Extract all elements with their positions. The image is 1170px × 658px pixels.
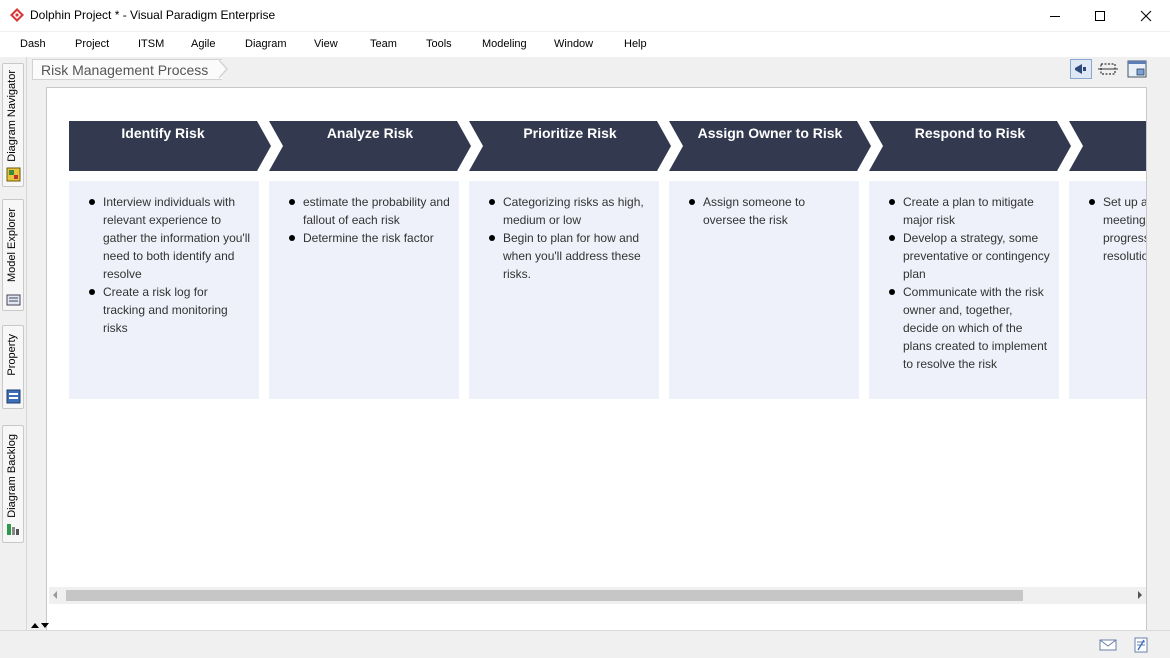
diagram-backlog-icon: [7, 524, 19, 535]
diagram-navigator-icon: [6, 167, 21, 182]
bullet-item: Develop a strategy, some preventative or…: [889, 231, 1050, 281]
process-step-card[interactable]: Categorizing risks as high, medium or lo…: [469, 181, 659, 399]
scrollbar-thumb[interactable]: [66, 590, 1023, 601]
tab-diagram-navigator[interactable]: Diagram Navigator: [2, 63, 24, 187]
bullet-continuation: meeting: [1103, 213, 1146, 227]
menu-project[interactable]: Project: [75, 38, 109, 50]
process-step-card[interactable]: Create a plan to mitigate major risk Dev…: [869, 181, 1059, 399]
process-step-title: Mo: [1083, 121, 1146, 145]
bullet-item: Set up a: [1089, 193, 1146, 211]
maximize-icon: [1095, 10, 1105, 21]
left-side-panel: Diagram Navigator Model Explorer Propert…: [0, 57, 27, 630]
notes-icon[interactable]: [1132, 637, 1150, 653]
menu-bar: Dash Project ITSM Agile Diagram View Tea…: [0, 31, 1170, 57]
announce-icon: [1075, 64, 1086, 74]
menu-diagram[interactable]: Diagram: [245, 38, 287, 50]
close-button[interactable]: [1123, 0, 1169, 31]
title-bar: Dolphin Project * - Visual Paradigm Ente…: [0, 0, 1170, 31]
horizontal-scrollbar[interactable]: [49, 587, 1146, 604]
diagram-canvas[interactable]: Identify Risk Analyze Risk Prioritize Ri…: [48, 100, 1146, 588]
minimize-button[interactable]: [1032, 0, 1078, 31]
process-step[interactable]: Mo: [1069, 121, 1146, 171]
diagram-overview-icon: [1127, 60, 1147, 78]
property-icon: [6, 389, 21, 404]
bullet-continuation: progress: [1103, 231, 1146, 245]
tab-diagram-backlog[interactable]: Diagram Backlog: [2, 425, 24, 543]
bullet-item: Begin to plan for how and when you'll ad…: [489, 229, 651, 283]
fit-diagram-icon: [1098, 63, 1118, 75]
menu-itsm[interactable]: ITSM: [138, 38, 164, 50]
bullet-item: Create a plan to mitigate major risk: [889, 193, 1051, 229]
fit-diagram-button[interactable]: [1097, 59, 1119, 79]
collapse-panel-arrows-icon[interactable]: [30, 621, 56, 629]
diagram-backlog-label: Diagram Backlog: [6, 434, 18, 518]
bullet-item: estimate the probability and fallout of …: [289, 195, 450, 227]
close-icon: [1140, 10, 1152, 21]
mail-icon[interactable]: [1099, 637, 1117, 653]
maximize-button[interactable]: [1077, 0, 1123, 31]
process-step-title: Prioritize Risk: [523, 125, 617, 141]
breadcrumb-arrow-fill: [218, 60, 226, 78]
bullet-item: Categorizing risks as high, medium or lo…: [489, 193, 651, 229]
bullet-item: Determine the risk factor: [289, 229, 451, 247]
property-label: Property: [6, 334, 18, 376]
model-explorer-label: Model Explorer: [6, 208, 18, 282]
bullet-continuation: resolutio: [1103, 249, 1146, 263]
menu-tools[interactable]: Tools: [426, 38, 452, 50]
process-step-card[interactable]: Interview individuals with relevant expe…: [69, 181, 259, 399]
process-step-card[interactable]: Assign someone to oversee the risk: [669, 181, 859, 399]
tab-model-explorer[interactable]: Model Explorer: [2, 199, 24, 311]
menu-modeling[interactable]: Modeling: [482, 38, 527, 50]
tab-property[interactable]: Property: [2, 325, 24, 409]
process-step-card[interactable]: Set up a meeting progress resolutio: [1069, 181, 1146, 399]
process-step[interactable]: Identify Risk: [69, 121, 271, 171]
menu-team[interactable]: Team: [370, 38, 397, 50]
breadcrumb-label[interactable]: Risk Management Process: [32, 59, 223, 80]
bullet-item: Interview individuals with relevant expe…: [89, 195, 251, 281]
process-step-title: Respond to Risk: [914, 125, 1026, 141]
scroll-left-arrow-icon[interactable]: [53, 591, 57, 599]
model-explorer-icon: [6, 294, 21, 306]
process-step-title: Assign Owner to Risk: [697, 125, 843, 141]
menu-dash[interactable]: Dash: [20, 38, 46, 50]
process-step[interactable]: Analyze Risk: [269, 121, 471, 171]
visual-paradigm-logo-icon: [10, 8, 24, 22]
minimize-icon: [1050, 15, 1060, 17]
process-step-title: Analyze Risk: [326, 125, 414, 141]
bullet-item: Communicate with the risk owner and, tog…: [889, 283, 1051, 373]
process-step[interactable]: Prioritize Risk: [469, 121, 671, 171]
bullet-item: Assign someone to oversee the risk: [689, 193, 851, 229]
window-title: Dolphin Project * - Visual Paradigm Ente…: [30, 8, 276, 22]
process-step[interactable]: Respond to Risk: [869, 121, 1071, 171]
diagram-overview-button[interactable]: [1126, 59, 1148, 79]
bullet-item: Create a risk log for tracking and monit…: [89, 283, 251, 337]
menu-view[interactable]: View: [314, 38, 338, 50]
announce-button[interactable]: [1070, 59, 1092, 79]
menu-help[interactable]: Help: [624, 38, 647, 50]
process-step[interactable]: Assign Owner to Risk: [669, 121, 871, 171]
scroll-right-arrow-icon[interactable]: [1138, 591, 1142, 599]
diagram-navigator-label: Diagram Navigator: [6, 70, 18, 162]
process-step-title: Identify Risk: [121, 125, 205, 141]
process-step-card[interactable]: estimate the probability and fallout of …: [269, 181, 459, 399]
status-bar: [0, 630, 1170, 658]
menu-agile[interactable]: Agile: [191, 38, 215, 50]
menu-window[interactable]: Window: [554, 38, 593, 50]
